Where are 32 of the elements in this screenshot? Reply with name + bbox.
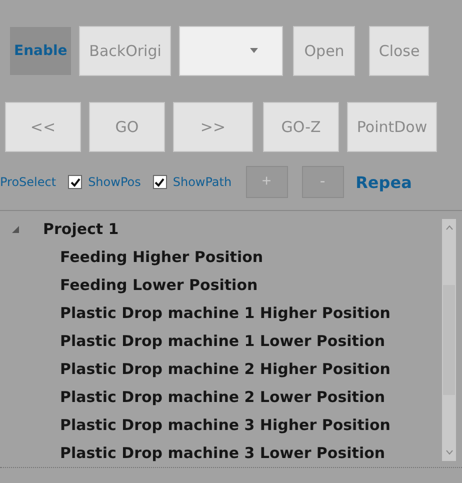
checkbox[interactable] xyxy=(152,175,167,189)
toolbar-button[interactable]: << xyxy=(5,102,81,152)
tree-item[interactable]: Plastic Drop machine 1 Lower Position xyxy=(60,332,386,350)
tree-item[interactable]: Feeding Lower Position xyxy=(60,276,258,294)
small-button[interactable]: - xyxy=(302,166,344,198)
toolbar-button[interactable]: Open xyxy=(293,26,356,76)
scrollbar[interactable] xyxy=(442,219,456,461)
enable-label: Enable xyxy=(10,26,72,74)
toolbar-button[interactable]: GO xyxy=(89,102,165,152)
checkbox-label: ShowPos xyxy=(88,175,141,189)
tree-item[interactable]: Project 1 xyxy=(43,220,119,238)
checkbox[interactable] xyxy=(68,175,82,189)
tree-item[interactable]: Plastic Drop machine 2 Higher Position xyxy=(60,360,390,378)
dropdown[interactable] xyxy=(179,26,284,76)
tree-item[interactable]: Plastic Drop machine 3 Lower Position xyxy=(60,444,386,462)
scroll-up-icon[interactable] xyxy=(446,225,452,230)
small-button[interactable]: + xyxy=(246,166,288,198)
tree-item[interactable]: Plastic Drop machine 3 Higher Position xyxy=(60,416,390,434)
caret-icon xyxy=(250,48,258,53)
option-label: Repea xyxy=(356,172,412,192)
scroll-down-icon[interactable] xyxy=(446,450,452,455)
option-label: ProSelect xyxy=(0,175,56,189)
toolbar-button[interactable]: Close xyxy=(369,26,430,76)
expand-arrow-icon[interactable] xyxy=(12,226,19,232)
tree-item[interactable]: Plastic Drop machine 1 Higher Position xyxy=(60,304,390,322)
tree-item[interactable]: Plastic Drop machine 2 Lower Position xyxy=(60,388,386,406)
checkbox-label: ShowPath xyxy=(172,175,232,189)
toolbar-button[interactable]: >> xyxy=(173,102,253,152)
toolbar-button[interactable]: GO-Z xyxy=(263,102,339,152)
tree-item[interactable]: Feeding Higher Position xyxy=(60,248,264,266)
toolbar-button[interactable]: BackOrigi xyxy=(79,26,172,76)
toolbar-button[interactable]: PointDow xyxy=(347,102,437,152)
